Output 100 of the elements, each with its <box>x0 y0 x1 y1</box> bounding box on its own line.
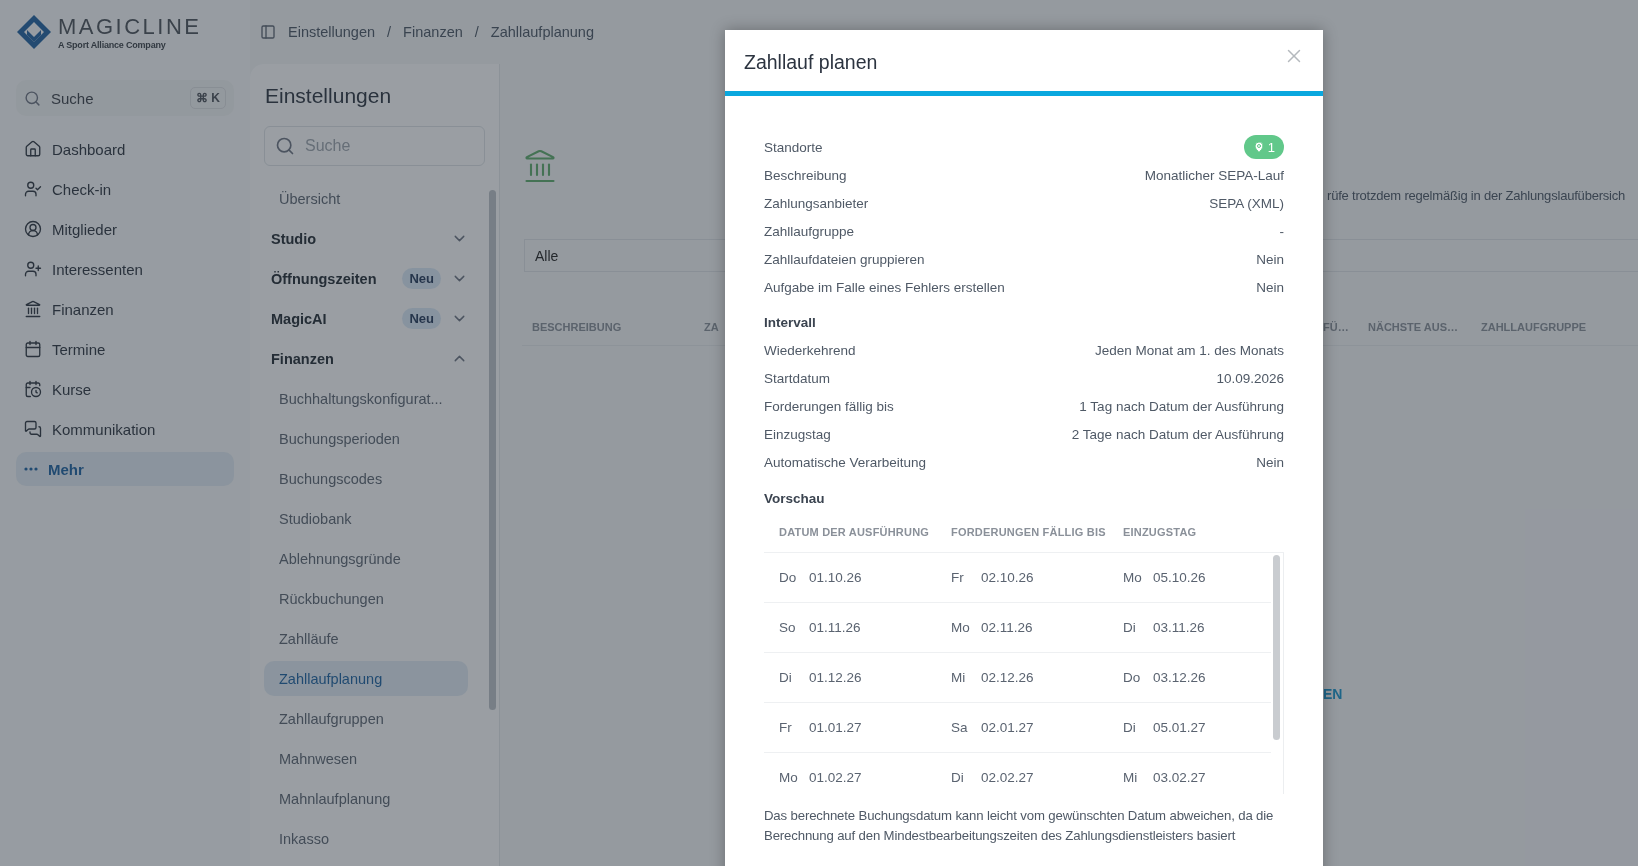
table-cell-text: Mo 05.10.26 <box>1123 570 1207 586</box>
detail-label: Forderungen fällig bis <box>764 399 894 415</box>
settings-title: Einstellungen <box>265 84 393 108</box>
table-cell-text: Do 01.10.26 <box>779 570 863 586</box>
home-icon <box>24 140 42 158</box>
nav-item[interactable]: Termine <box>16 332 234 366</box>
settings-item[interactable]: Zahllaufgruppen <box>264 701 468 736</box>
detail-label: Beschreibung <box>764 167 847 183</box>
table-cell-text: Sa 02.01.27 <box>951 720 1035 736</box>
group-label: Finanzen <box>271 350 335 367</box>
table-cell-text: Di 03.11.26 <box>1123 620 1206 636</box>
nav-item[interactable]: Interessenten <box>16 252 234 286</box>
nav-item[interactable]: Finanzen <box>16 292 234 326</box>
detail-label: Wiederkehrend <box>764 343 856 359</box>
detail-value: Nein <box>1256 455 1284 471</box>
section-title: Intervall <box>764 314 817 333</box>
table-cell-text: Di 01.12.26 <box>779 670 863 686</box>
breadcrumb-link[interactable]: Einstellungen <box>288 24 376 40</box>
table-cell-text: Di 05.01.27 <box>1123 720 1207 736</box>
table-cell-text: Mo 02.11.26 <box>951 620 1034 636</box>
settings-group[interactable]: Öffnungszeiten Neu <box>264 261 468 296</box>
detail-value: - <box>1279 223 1284 239</box>
action-link[interactable]: EN <box>1323 686 1343 702</box>
nav-item[interactable]: Dashboard <box>16 132 234 166</box>
nav-item[interactable]: Kommunikation <box>16 412 234 446</box>
ellipsis-icon <box>24 467 38 471</box>
group-label: Studio <box>271 230 318 247</box>
user-check-icon <box>24 180 42 198</box>
table-cell-text: So 01.11.26 <box>779 620 862 636</box>
settings-item[interactable]: Mahnlaufplanung <box>264 781 468 816</box>
info-text: rüfe trotzdem regelmäßig in der Zahlungslaufübersich <box>1326 188 1626 203</box>
calendar-icon <box>24 340 42 358</box>
column-header: FORDERUNGEN FÄLLIG BIS <box>951 526 1107 539</box>
settings-item[interactable]: Studiobank <box>264 501 468 536</box>
search-icon <box>24 89 41 107</box>
settings-item[interactable]: Übersicht <box>264 181 468 216</box>
group-label: MagicAI <box>271 310 328 327</box>
table-cell-text: Fr 02.10.26 <box>951 570 1035 586</box>
scrollbar[interactable] <box>1273 555 1280 741</box>
nav-item[interactable]: Kurse <box>16 372 234 406</box>
note-text: Das berechnete Buchungsdatum kann leicht vom gewünschten Datum abweichen, da die Berechnung auf den Mindestbearbeitungszeiten des Zahlungsdienstleisters basiert <box>764 807 1275 846</box>
user-plus-icon <box>24 260 42 278</box>
detail-value: Monatlicher SEPA-Lauf <box>1144 167 1284 183</box>
search-icon <box>275 136 295 156</box>
column-header: ZA <box>704 320 720 333</box>
settings-group[interactable]: Studio <box>264 221 468 256</box>
new-badge: Neu <box>402 308 441 329</box>
settings-item[interactable]: Buchungscodes <box>264 461 468 496</box>
bank-icon <box>24 300 42 318</box>
settings-group[interactable]: MagicAI Neu <box>264 301 468 336</box>
modal-title: Zahllauf planen <box>744 50 878 74</box>
settings-item[interactable]: Buchungsperioden <box>264 421 468 456</box>
column-header: NÄCHSTE AUS… <box>1368 320 1460 333</box>
table-cell-text: Do 03.12.26 <box>1123 670 1207 686</box>
column-header: FÜ… <box>1323 320 1350 333</box>
settings-item[interactable]: Zahlläufe <box>264 621 468 656</box>
filter-field[interactable]: Alle <box>524 239 725 272</box>
table-cell-text: Mi 03.02.27 <box>1123 770 1207 786</box>
column-header: EINZUGSTAG <box>1123 526 1198 539</box>
panel-toggle-icon[interactable] <box>260 24 276 40</box>
nav-item[interactable]: Mehr <box>16 452 234 486</box>
calendar-clock-icon <box>24 380 42 398</box>
logo-tagline: A Sport Alliance Company <box>58 40 167 50</box>
group-label: Öffnungszeiten <box>271 270 378 287</box>
logo-name: MAGICLINE <box>58 14 202 40</box>
detail-label: Zahllaufdateien gruppieren <box>764 251 925 267</box>
search-field[interactable]: Suche ⌘ K <box>16 80 234 116</box>
breadcrumb-link[interactable]: Zahllaufplanung <box>490 24 594 40</box>
column-header: BESCHREIBUNG <box>532 320 623 333</box>
logo-icon <box>16 14 52 50</box>
settings-item[interactable]: Buchhaltungskonfigurat... <box>264 381 468 416</box>
location-badge: 1 <box>1243 135 1284 159</box>
settings-item[interactable]: Inkasso <box>264 821 468 856</box>
table-cell-text: Mo 01.02.27 <box>779 770 863 786</box>
table-cell-text: Fr 01.01.27 <box>779 720 863 736</box>
table-cell-text: Mi 02.12.26 <box>951 670 1035 686</box>
settings-item[interactable]: Rückbuchungen <box>264 581 468 616</box>
nav-item[interactable]: Check-in <box>16 172 234 206</box>
detail-value: Jeden Monat am 1. des Monats <box>1094 343 1284 359</box>
breadcrumb-separator: / <box>474 24 479 40</box>
nav-item[interactable]: Mitglieder <box>16 212 234 246</box>
table-cell-text: Di 02.02.27 <box>951 770 1035 786</box>
column-header: ZAHLLAUFGRUPPE <box>1481 320 1588 333</box>
settings-item[interactable]: Zahllaufplanung <box>264 661 468 696</box>
detail-value: Nein <box>1256 251 1284 267</box>
detail-label: Automatische Verarbeitung <box>764 455 927 471</box>
column-header: DATUM DER AUSFÜHRUNG <box>779 526 931 539</box>
settings-group[interactable]: Finanzen <box>264 341 468 376</box>
detail-value: Nein <box>1256 279 1284 295</box>
detail-label: Aufgabe im Falle eines Fehlers erstellen <box>764 279 1005 295</box>
settings-item[interactable]: Ablehnungsgründe <box>264 541 468 576</box>
detail-label: Einzugstag <box>764 427 831 443</box>
shortcut-hint: ⌘ K <box>190 87 226 109</box>
settings-item[interactable]: Mahnwesen <box>264 741 468 776</box>
section-title: Vorschau <box>764 489 826 508</box>
detail-value: 1 Tag nach Datum der Ausführung <box>1079 399 1284 415</box>
detail-value: SEPA (XML) <box>1209 195 1284 211</box>
scrollbar[interactable] <box>489 190 496 710</box>
breadcrumb-link[interactable]: Finanzen <box>403 24 463 40</box>
detail-label: Standorte <box>764 139 823 155</box>
